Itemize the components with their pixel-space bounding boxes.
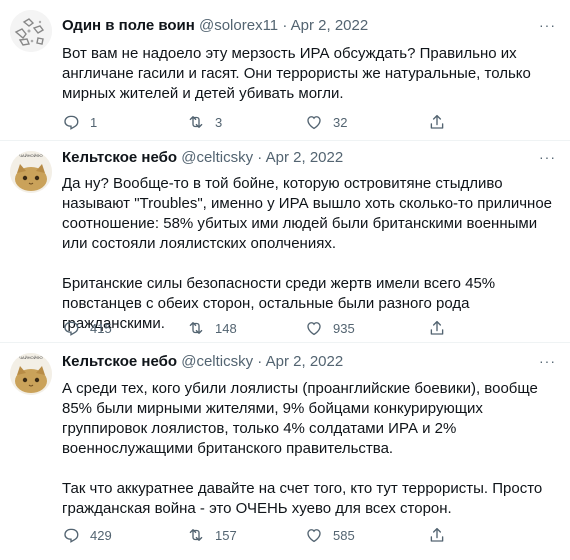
tweet-actions: 429 157 585 — [62, 526, 542, 546]
author-handle[interactable]: @celticsky — [181, 353, 253, 370]
tweet-header: Один в поле воин @solorex11 · Apr 2, 202… — [62, 17, 368, 34]
retweet-icon — [189, 322, 203, 334]
more-options-icon[interactable]: ··· — [539, 17, 556, 33]
share-button[interactable] — [428, 526, 446, 544]
tweet-paragraph: Да ну? Вообще-то в той бойне, которую ос… — [62, 175, 552, 252]
sketch-avatar-image — [10, 10, 52, 52]
reply-count: 1 — [90, 114, 98, 130]
retweet-count: 148 — [215, 320, 237, 336]
retweet-button[interactable]: 3 — [187, 113, 222, 131]
tweet-actions: 415 148 935 — [62, 319, 542, 339]
reply-count: 415 — [90, 320, 112, 336]
share-button[interactable] — [428, 319, 446, 337]
reply-button[interactable]: 1 — [62, 113, 97, 131]
like-count: 585 — [333, 527, 355, 543]
tweet-1[interactable]: Один в поле воин @solorex11 · Apr 2, 202… — [0, 0, 570, 140]
share-icon — [430, 114, 444, 129]
tweet-2[interactable]: ЧАЙНОЙФО Кельтское небо @celticsky · Apr… — [0, 141, 570, 342]
share-icon — [430, 320, 444, 335]
author-handle[interactable]: @solorex11 — [199, 17, 278, 34]
like-button[interactable]: 935 — [305, 319, 355, 337]
cat-avatar-image: ЧАЙНОЙФО — [10, 151, 52, 193]
share-icon — [430, 527, 444, 542]
heart-icon — [307, 116, 321, 130]
retweet-button[interactable]: 148 — [187, 319, 237, 337]
like-button[interactable]: 32 — [305, 113, 347, 131]
avatar-celticsky[interactable]: ЧАЙНОЙФО — [10, 353, 52, 395]
reply-button[interactable]: 429 — [62, 526, 112, 544]
separator-dot: · — [257, 353, 263, 370]
more-options-icon[interactable]: ··· — [539, 353, 556, 369]
tweet-header: Кельтское небо @celticsky · Apr 2, 2022 — [62, 353, 343, 370]
tweet-date[interactable]: Apr 2, 2022 — [266, 353, 344, 370]
retweet-icon — [189, 116, 203, 128]
tweet-text: Да ну? Вообще-то в той бойне, которую ос… — [62, 174, 562, 334]
avatar-celticsky[interactable]: ЧАЙНОЙФО — [10, 151, 52, 193]
avatar-solorex11[interactable] — [10, 10, 52, 52]
tweet-header: Кельтское небо @celticsky · Apr 2, 2022 — [62, 149, 343, 166]
reply-count: 429 — [90, 527, 112, 543]
reply-icon — [64, 528, 79, 543]
retweet-count: 3 — [215, 114, 223, 130]
like-count: 32 — [333, 114, 348, 130]
tweet-paragraph: Вот вам не надоело эту мерзость ИРА обсу… — [62, 45, 531, 102]
share-button[interactable] — [428, 113, 446, 131]
tweet-3[interactable]: ЧАЙНОЙФО Кельтское небо @celticsky · Apr… — [0, 343, 570, 560]
retweet-icon — [189, 529, 203, 541]
reply-icon — [64, 321, 79, 336]
tweet-date[interactable]: Apr 2, 2022 — [291, 17, 369, 34]
more-options-icon[interactable]: ··· — [539, 149, 556, 165]
author-handle[interactable]: @celticsky — [181, 149, 253, 166]
tweet-actions: 1 3 32 — [62, 113, 542, 133]
tweet-paragraph: Так что аккуратнее давайте на счет того,… — [62, 480, 543, 517]
tweet-paragraph: А среди тех, кого убили лоялисты (проанг… — [62, 380, 538, 457]
heart-icon — [307, 322, 321, 336]
like-count: 935 — [333, 320, 355, 336]
reply-icon — [64, 115, 79, 130]
cat-avatar-image: ЧАЙНОЙФО — [10, 353, 52, 395]
author-name[interactable]: Кельтское небо — [62, 353, 177, 370]
svg-text:ЧАЙНОЙФО: ЧАЙНОЙФО — [19, 153, 42, 158]
retweet-button[interactable]: 157 — [187, 526, 237, 544]
retweet-count: 157 — [215, 527, 237, 543]
svg-text:ЧАЙНОЙФО: ЧАЙНОЙФО — [19, 355, 42, 360]
separator-dot: · — [282, 17, 288, 34]
like-button[interactable]: 585 — [305, 526, 355, 544]
tweet-text: Вот вам не надоело эту мерзость ИРА обсу… — [62, 44, 562, 104]
separator-dot: · — [257, 149, 263, 166]
tweet-date[interactable]: Apr 2, 2022 — [266, 149, 344, 166]
author-name[interactable]: Один в поле воин — [62, 17, 195, 34]
author-name[interactable]: Кельтское небо — [62, 149, 177, 166]
reply-button[interactable]: 415 — [62, 319, 112, 337]
tweet-text: А среди тех, кого убили лоялисты (проанг… — [62, 379, 562, 519]
heart-icon — [307, 529, 321, 543]
